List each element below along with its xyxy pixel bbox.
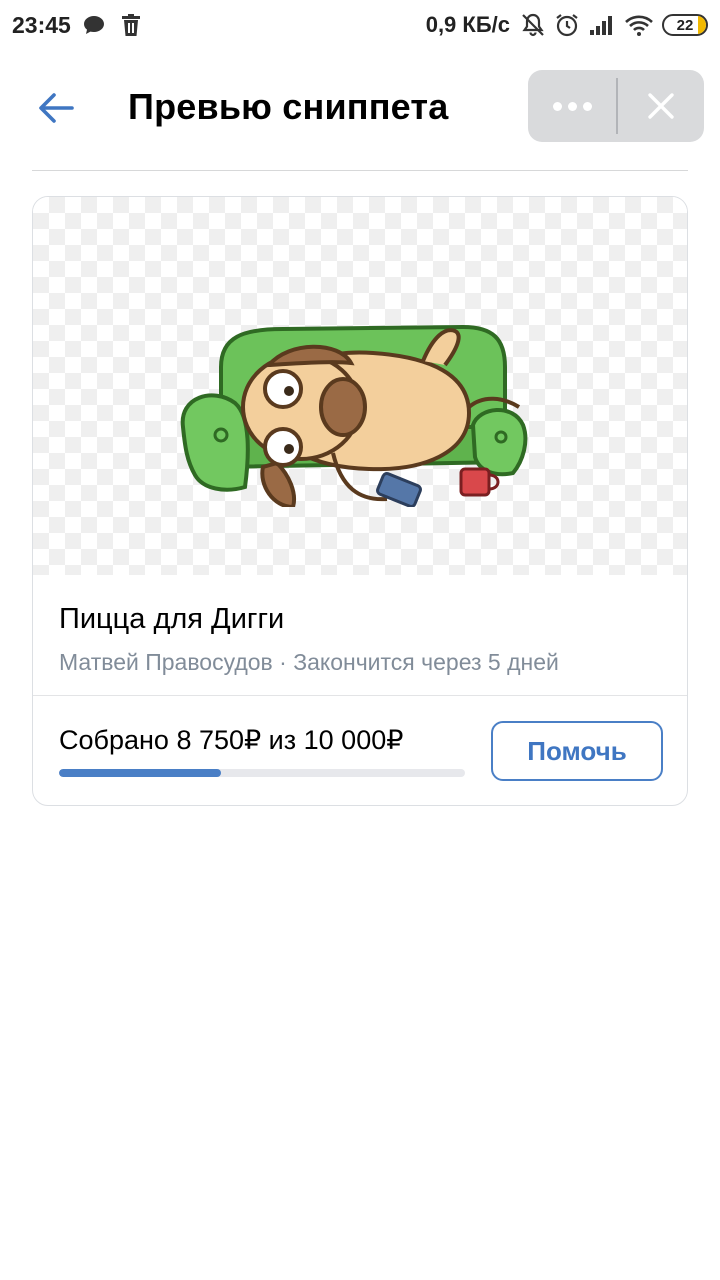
arrow-left-icon xyxy=(39,93,74,123)
battery-icon: 22 xyxy=(662,14,708,36)
help-button[interactable]: Помочь xyxy=(491,721,663,781)
close-icon xyxy=(648,93,674,119)
bell-off-icon xyxy=(522,13,544,37)
more-button[interactable] xyxy=(528,70,616,142)
trash-icon xyxy=(122,14,140,36)
back-button[interactable] xyxy=(26,82,86,134)
status-bar: 23:45 0,9 КБ/с 22 xyxy=(0,0,720,52)
funding-progress-bar xyxy=(59,769,465,777)
snippet-title: Пицца для Дигги xyxy=(59,603,285,635)
close-button[interactable] xyxy=(618,70,704,142)
more-dot xyxy=(582,101,592,111)
chat-bubble-icon xyxy=(84,16,104,34)
network-speed: 0,9 КБ/с xyxy=(425,12,510,37)
funding-progress-fill xyxy=(59,769,222,777)
alarm-icon xyxy=(556,14,578,37)
header-divider xyxy=(32,170,688,171)
collected-amount: Собрано 8 750₽ из 10 000₽ xyxy=(59,725,404,755)
battery-level: 22 xyxy=(676,16,694,34)
snippet-image xyxy=(33,197,687,575)
page-title: Превью сниппета xyxy=(128,86,449,127)
signal-icon xyxy=(590,16,612,35)
header: Превью сниппета xyxy=(0,60,720,156)
dog-on-sofa-sticker xyxy=(180,324,528,507)
snippet-meta: Матвей Правосудов · Закончится через 5 д… xyxy=(59,649,559,675)
more-dot xyxy=(567,101,577,111)
status-right: 0,9 КБ/с 22 xyxy=(426,12,708,38)
status-time: 23:45 xyxy=(12,12,71,38)
more-dots-icon xyxy=(552,101,562,111)
card-divider xyxy=(33,695,687,696)
status-left-icons xyxy=(82,13,142,37)
wifi-icon xyxy=(625,15,653,36)
snippet-card[interactable]: Пицца для Дигги Матвей Правосудов · Зако… xyxy=(32,196,688,806)
mini-app-menu xyxy=(528,70,704,142)
